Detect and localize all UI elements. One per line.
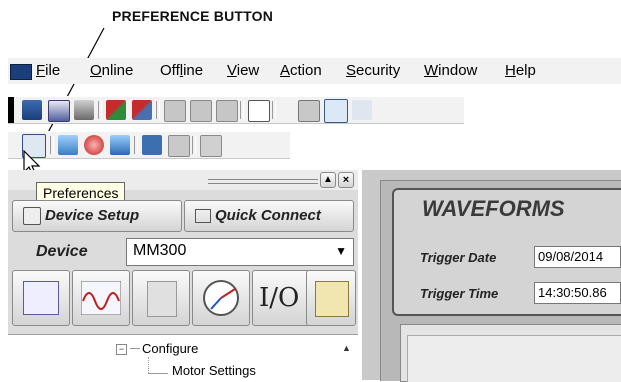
panel-minimize-button[interactable]: ▲	[320, 172, 336, 188]
toolbar-separator	[272, 101, 276, 119]
menu-bar: File Online Offline View Action Security…	[8, 58, 621, 84]
print-icon[interactable]	[74, 100, 94, 120]
menu-online[interactable]: Online	[90, 62, 133, 79]
waveform-plot-area	[400, 324, 621, 382]
collapse-icon[interactable]: −	[116, 344, 127, 355]
play-icon[interactable]	[142, 135, 162, 155]
tree-item-configure[interactable]: Configure	[142, 341, 198, 356]
tree-item-motor-settings[interactable]: Motor Settings	[172, 363, 256, 378]
trigger-time-field: 14:30:50.86	[534, 282, 621, 304]
calendar-icon	[23, 281, 59, 315]
menu-offline[interactable]: Offline	[160, 62, 203, 79]
wrench-icon	[315, 281, 349, 317]
menu-window[interactable]: Window	[424, 62, 477, 79]
toolbar-separator	[156, 101, 160, 119]
import-icon[interactable]	[58, 135, 78, 155]
toolbar-main-right	[298, 96, 464, 124]
document-icon[interactable]	[248, 100, 270, 122]
device-select[interactable]: MM300 ▼	[126, 238, 354, 266]
tower-icon[interactable]	[324, 99, 348, 123]
connect-icon[interactable]	[106, 100, 126, 120]
device-tree: − Configure Motor Settings ▲	[8, 334, 358, 381]
open-folder-icon[interactable]	[22, 100, 42, 120]
trigger-time-label: Trigger Time	[420, 286, 499, 301]
phasor-button[interactable]	[192, 270, 250, 326]
data-log-button[interactable]	[132, 270, 190, 326]
waveform-button[interactable]	[72, 270, 130, 326]
waveforms-title: WAVEFORMS	[418, 196, 569, 222]
stop-icon[interactable]	[168, 135, 190, 157]
setup-icon	[23, 207, 41, 225]
triangle-icon[interactable]	[352, 100, 372, 120]
chevron-down-icon: ▼	[335, 244, 347, 258]
app-icon	[10, 64, 32, 80]
device-setup-button[interactable]: Device Setup	[12, 200, 182, 232]
toolbar-secondary	[8, 131, 290, 159]
trigger-date-label: Trigger Date	[420, 250, 497, 265]
menu-file[interactable]: File	[36, 62, 60, 79]
save-disk-icon[interactable]	[48, 100, 70, 122]
device-compare-icon[interactable]	[216, 100, 238, 122]
menu-action[interactable]: Action	[280, 62, 322, 79]
bar-chart-icon[interactable]	[110, 135, 130, 155]
trigger-date-field: 09/08/2014	[534, 246, 621, 268]
panel-close-button[interactable]: ×	[338, 172, 354, 188]
toolbar-main	[8, 96, 298, 124]
menu-security[interactable]: Security	[346, 62, 400, 79]
device-label: Device	[36, 243, 88, 260]
disconnect-icon[interactable]	[132, 100, 152, 120]
toolbar-separator	[192, 136, 196, 154]
io-button[interactable]: I/O	[252, 270, 310, 326]
calendar-schedule-button[interactable]	[12, 270, 70, 326]
menu-view[interactable]: View	[227, 62, 259, 79]
phasor-icon	[203, 280, 239, 316]
toolbar-separator	[50, 136, 54, 154]
waveform-icon	[81, 281, 121, 315]
zoom-icon[interactable]	[200, 135, 222, 157]
quick-connect-button[interactable]: Quick Connect	[184, 200, 354, 232]
quick-connect-icon	[195, 209, 211, 223]
toolbar-separator	[134, 136, 138, 154]
globe-icon[interactable]	[84, 135, 104, 155]
menu-help[interactable]: Help	[505, 62, 536, 79]
device-write-icon[interactable]	[190, 100, 212, 122]
toolbar-separator	[98, 101, 102, 119]
toolbar-separator	[240, 101, 244, 119]
toolbar-grip	[8, 97, 14, 123]
settings-wrench-button[interactable]	[306, 270, 356, 326]
tag-icon[interactable]	[298, 100, 320, 122]
scroll-up-icon[interactable]: ▲	[342, 343, 351, 353]
pages-icon	[147, 281, 177, 317]
device-read-icon[interactable]	[164, 100, 186, 122]
